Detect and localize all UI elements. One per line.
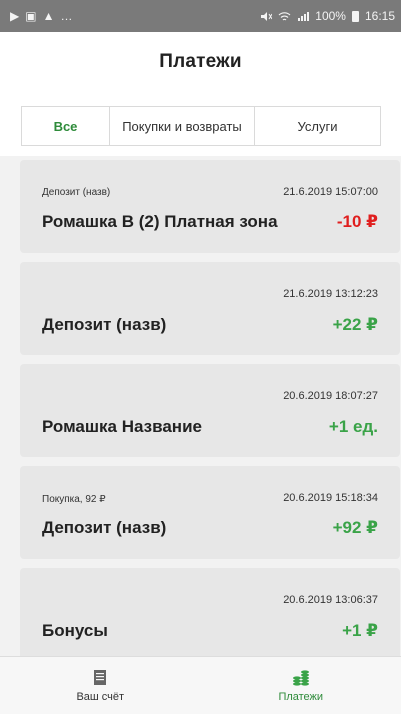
payment-subtitle: Покупка, 92 ₽ bbox=[42, 494, 106, 505]
nav-label-account: Ваш счёт bbox=[76, 690, 125, 703]
clock: 16:15 bbox=[364, 9, 395, 23]
battery-percent: 100% bbox=[315, 9, 346, 23]
payment-card[interactable]: 20.6.2019 18:07:27 Ромашка Название +1 е… bbox=[20, 364, 400, 457]
nav-item-payments[interactable]: Платежи bbox=[201, 657, 401, 714]
filter-tabs: Все Покупки и возвраты Услуги bbox=[21, 106, 381, 146]
bottom-nav: Ваш счёт Платежи bbox=[0, 656, 401, 714]
payment-title: Депозит (назв) bbox=[42, 315, 167, 334]
payment-card[interactable]: 20.6.2019 13:06:37 Бонусы +1 ₽ bbox=[20, 568, 400, 661]
mute-icon bbox=[261, 11, 273, 21]
payment-card[interactable]: Депозит (назв) 21.6.2019 15:07:00 Ромашк… bbox=[20, 160, 400, 253]
nav-item-account[interactable]: Ваш счёт bbox=[0, 657, 201, 714]
play-store-icon: ▶ bbox=[10, 9, 20, 23]
payment-title: Ромашка Название bbox=[42, 417, 202, 436]
nav-label-payments: Платежи bbox=[278, 690, 324, 703]
more-notifications-icon: … bbox=[60, 9, 73, 23]
tabs-bar: Все Покупки и возвраты Услуги bbox=[0, 92, 401, 156]
payment-card[interactable]: Покупка, 92 ₽ 20.6.2019 15:18:34 Депозит… bbox=[20, 466, 400, 559]
payment-date: 20.6.2019 18:07:27 bbox=[283, 390, 378, 402]
payment-title: Бонусы bbox=[42, 621, 108, 640]
coins-icon bbox=[292, 669, 309, 686]
app-header: Платежи bbox=[0, 32, 401, 92]
payment-amount: -10 ₽ bbox=[336, 212, 378, 231]
tab-services[interactable]: Услуги bbox=[254, 107, 380, 145]
payment-title: Депозит (назв) bbox=[42, 518, 167, 537]
payment-amount: +92 ₽ bbox=[332, 518, 378, 537]
status-bar: ▶ ▣ ▲ … 100% 16:15 bbox=[0, 0, 401, 32]
payment-date: 21.6.2019 15:07:00 bbox=[283, 186, 378, 198]
status-right: 100% 16:15 bbox=[260, 9, 395, 23]
payment-date: 21.6.2019 13:12:23 bbox=[283, 288, 378, 300]
status-left-icons: ▶ ▣ ▲ … bbox=[10, 10, 72, 22]
payment-title: Ромашка В (2) Платная зона bbox=[42, 212, 278, 231]
wifi-icon bbox=[278, 11, 291, 20]
payment-subtitle: Депозит (назв) bbox=[42, 187, 111, 198]
payment-amount: +1 ₽ bbox=[342, 621, 378, 640]
tab-all[interactable]: Все bbox=[22, 107, 109, 145]
gallery-icon: ▣ bbox=[25, 9, 37, 23]
receipt-icon bbox=[94, 669, 107, 685]
payment-amount: +22 ₽ bbox=[332, 315, 378, 334]
page-title: Платежи bbox=[159, 51, 242, 72]
payment-amount: +1 ед. bbox=[328, 417, 378, 436]
signal-icon bbox=[298, 11, 310, 21]
payment-card[interactable]: 21.6.2019 13:12:23 Депозит (назв) +22 ₽ bbox=[20, 262, 400, 355]
warning-icon: ▲ bbox=[42, 9, 55, 23]
payment-date: 20.6.2019 15:18:34 bbox=[283, 492, 378, 504]
payment-date: 20.6.2019 13:06:37 bbox=[283, 594, 378, 606]
battery-icon bbox=[351, 10, 359, 22]
tab-purchases-returns[interactable]: Покупки и возвраты bbox=[109, 107, 254, 145]
